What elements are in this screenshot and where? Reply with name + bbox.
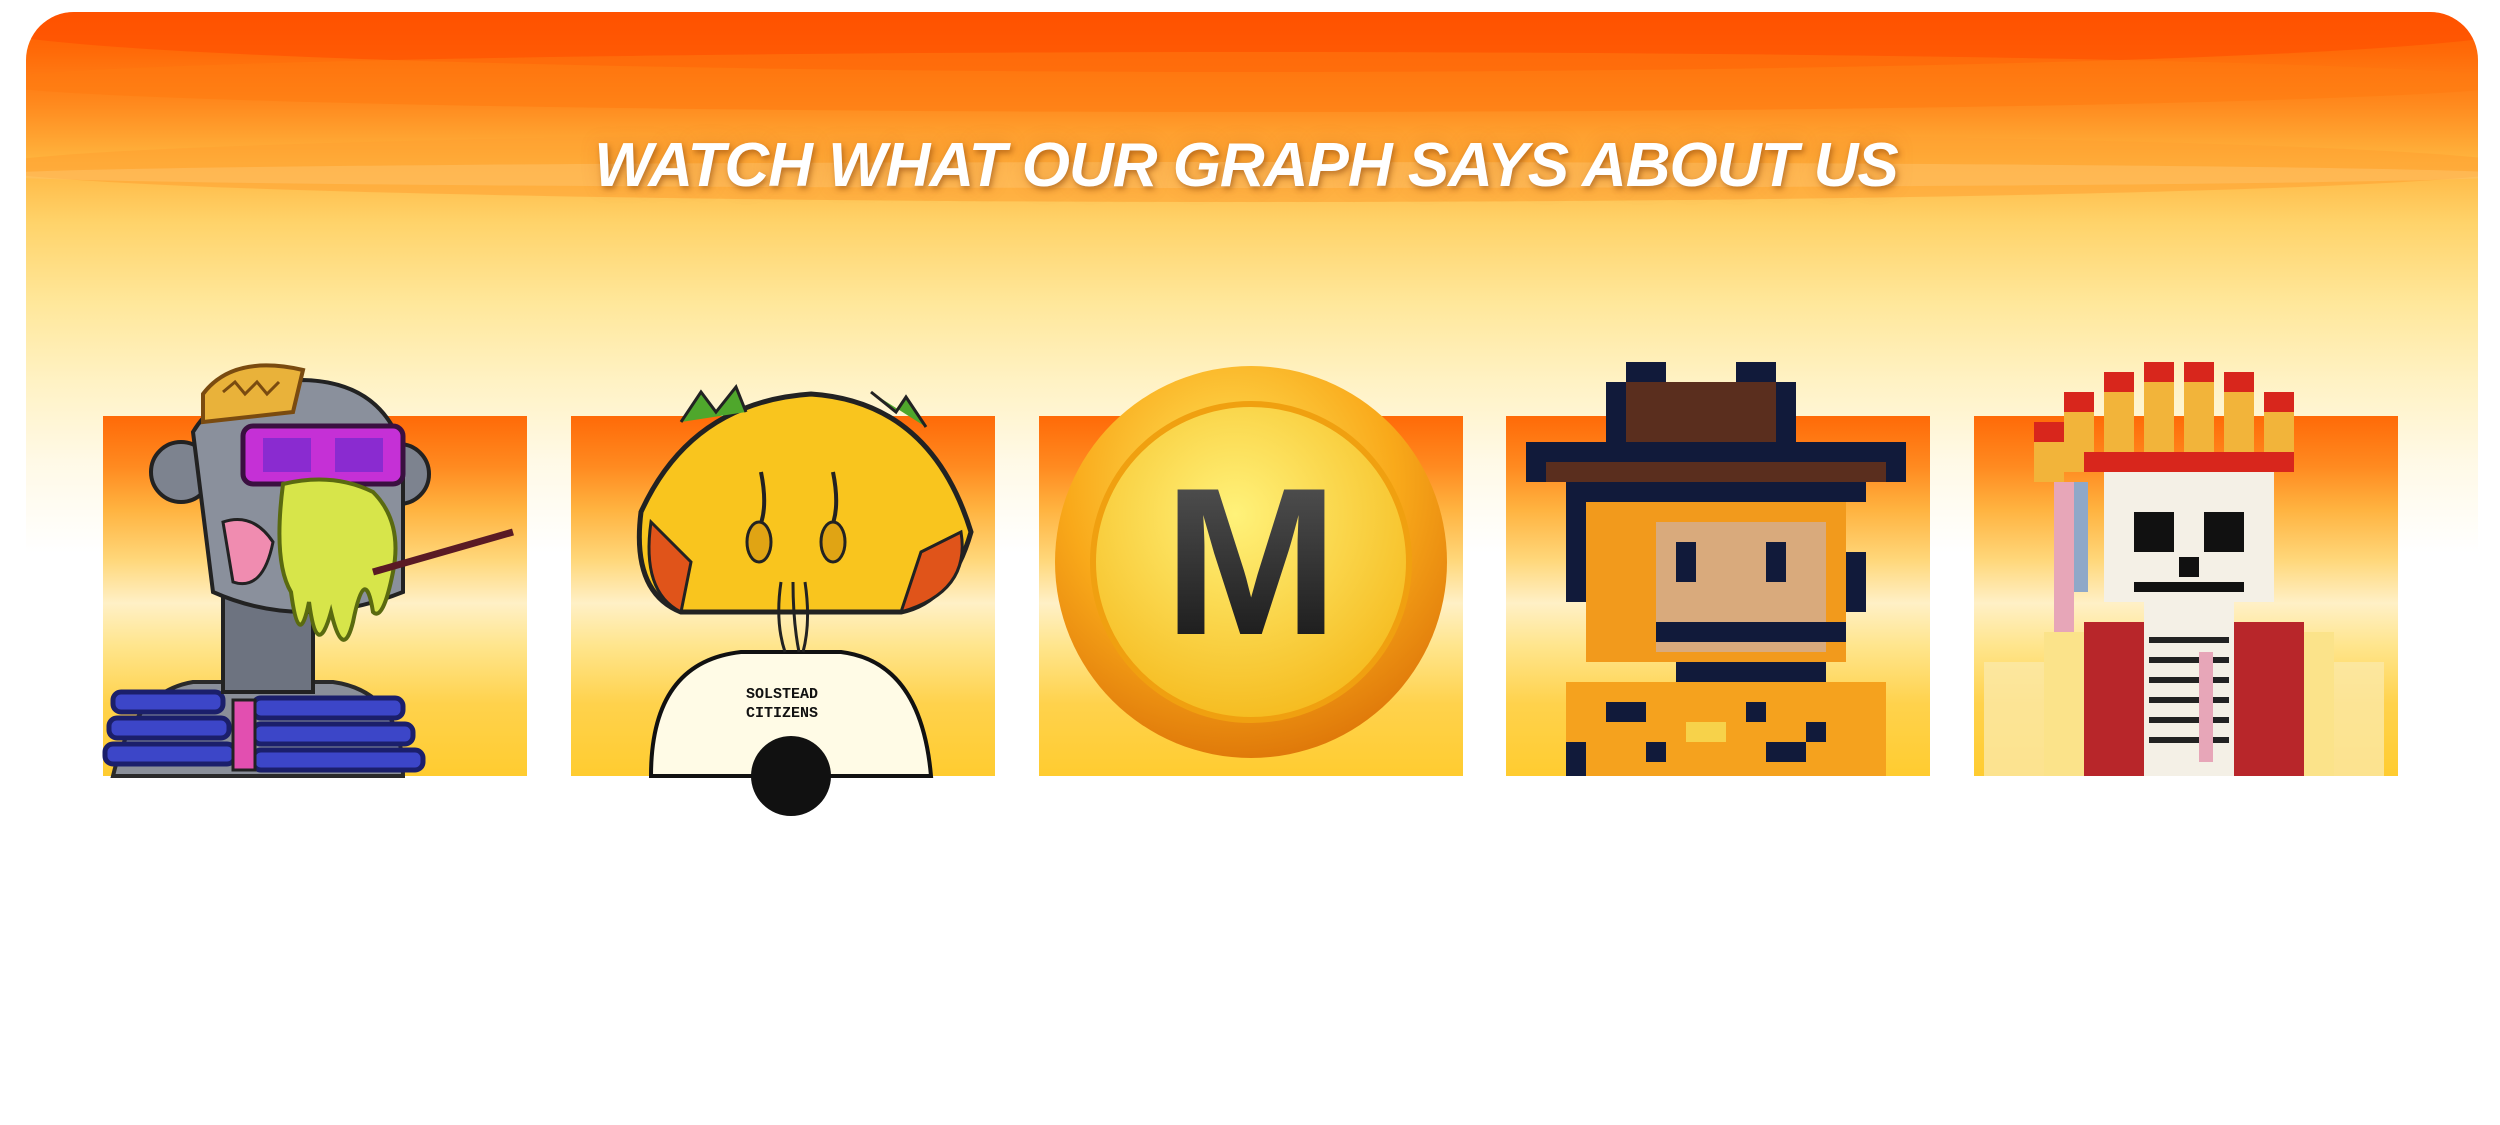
shirt-text: CITIZENS: [746, 705, 818, 722]
nft-card-taco-head[interactable]: SOLSTEAD CITIZENS: [571, 362, 995, 816]
banner-title: WATCH WHAT OUR GRAPH SAYS ABOUT US: [594, 131, 1899, 200]
robot-ape-icon: [102, 363, 514, 778]
nft-card-pixel-cowboy[interactable]: [1506, 362, 1930, 776]
banner-streak: [26, 52, 2478, 112]
gold-coin-m-icon: M: [1055, 366, 1447, 758]
nft-card-pixel-skeleton[interactable]: [1974, 362, 2398, 776]
coin-letter: M: [1164, 444, 1339, 679]
taco-head-icon: SOLSTEAD CITIZENS: [636, 384, 974, 816]
nft-card-robot-ape[interactable]: [102, 362, 527, 778]
pixel-skeleton-headdress-icon: [1984, 362, 2384, 776]
nft-card-coin[interactable]: M: [1039, 362, 1463, 776]
pixel-cowboy-ape-icon: [1526, 362, 1906, 776]
shirt-text: SOLSTEAD: [746, 686, 818, 703]
